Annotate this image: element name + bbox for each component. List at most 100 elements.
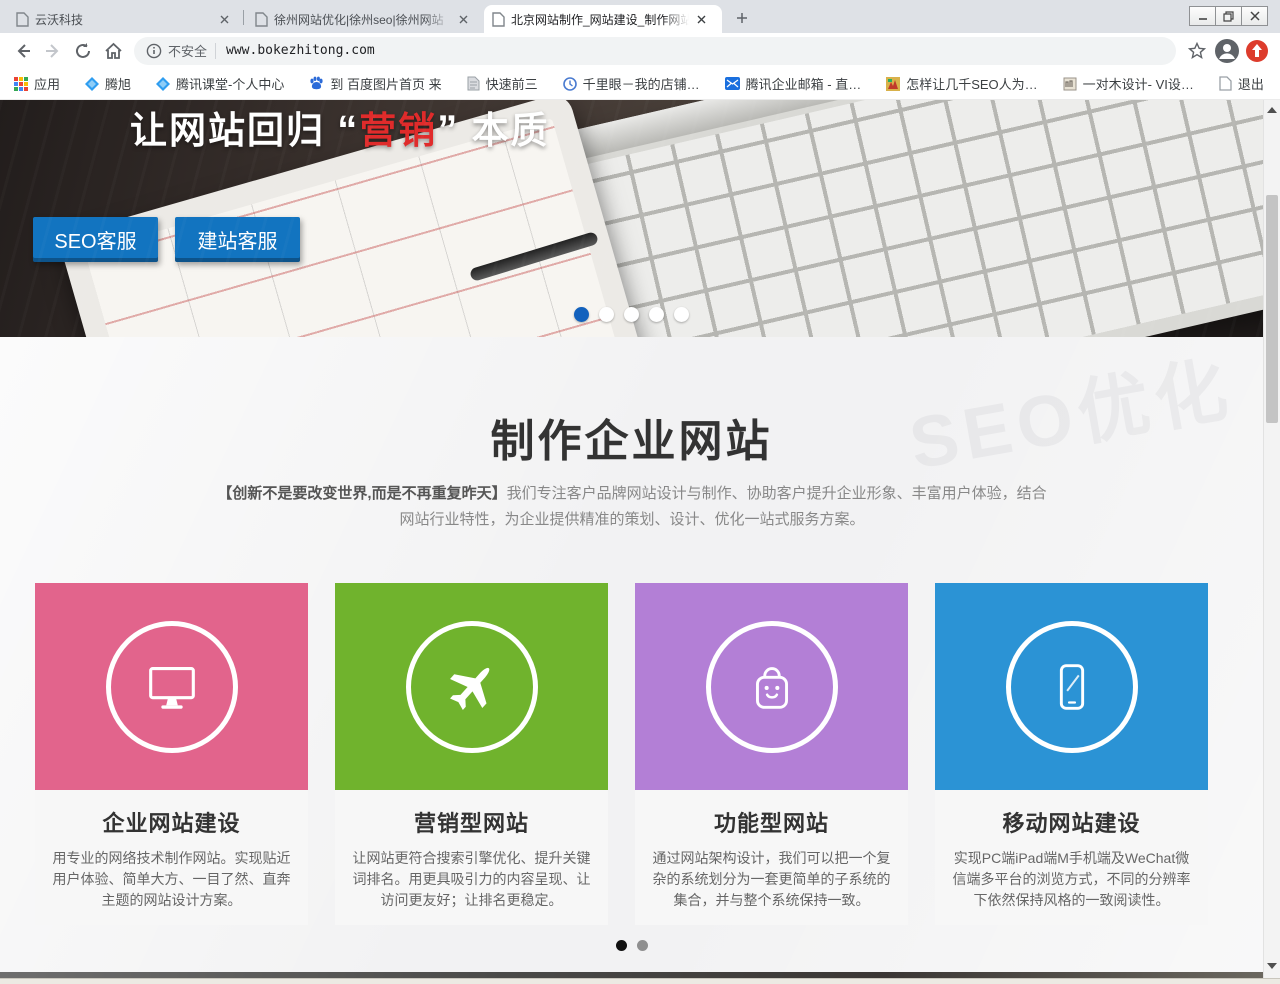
bookmark-exit[interactable]: 退出 (1219, 74, 1264, 93)
bookmark-seo-article[interactable]: 怎样让几千SEO人为… (886, 74, 1037, 93)
bookmark-label: 快速前三 (486, 74, 538, 93)
url-text[interactable]: www.bokezhitong.com (226, 43, 375, 58)
card-body: 移动网站建设 实现PC端iPad端M手机端及WeChat微信端多平台的浏览方式，… (935, 790, 1208, 925)
card-functional-website[interactable]: 功能型网站 通过网站架构设计，我们可以把一个复杂的系统划分为一套更简单的子系统的… (635, 583, 908, 925)
bookmark-label: 到 百度图片首页 来 (330, 74, 441, 93)
page-favicon-icon (255, 12, 268, 27)
new-tab-button[interactable] (731, 7, 753, 29)
seo-service-button[interactable]: SEO客服 (33, 217, 158, 262)
hero-headline: 让网站回归 “营销” 本质 (130, 100, 550, 154)
card-title: 企业网站建设 (49, 806, 294, 838)
window-controls (1190, 6, 1268, 26)
info-icon[interactable] (146, 43, 162, 59)
browser-window: 云沃科技 徐州网站优化|徐州seo|徐州网站 北京网站制作_网站建设_制作网站 (0, 0, 1280, 984)
scroll-up-arrow-icon[interactable] (1264, 102, 1280, 118)
pager-dot[interactable] (637, 940, 648, 951)
bookmark-tencent-class[interactable]: 腾讯课堂-个人中心 (156, 74, 284, 93)
tab-close-icon[interactable] (216, 11, 232, 27)
card-title: 营销型网站 (349, 806, 594, 838)
tab-separator (243, 10, 244, 25)
scroll-down-arrow-icon[interactable] (1264, 958, 1280, 974)
slider-dot[interactable] (599, 307, 614, 322)
address-bar[interactable]: 不安全 www.bokezhitong.com (134, 37, 1176, 65)
card-tile (335, 583, 608, 790)
card-body: 企业网站建设 用专业的网络技术制作网站。实现贴近用户体验、简单大方、一目了然、直… (35, 790, 308, 925)
bookmark-label: 应用 (34, 74, 60, 93)
bookmark-kuaisu[interactable]: 快速前三 (467, 74, 538, 93)
forward-icon[interactable] (38, 36, 68, 66)
tab-yunwo[interactable]: 云沃科技 (8, 5, 240, 33)
hero-banner: 让网站回归 “营销” 本质 SEO客服 建站客服 (0, 100, 1263, 337)
slider-dot[interactable] (574, 307, 589, 322)
page-icon (1219, 76, 1232, 91)
bookmark-qianliyan[interactable]: 千里眼－我的店铺… (563, 74, 700, 93)
tab-strip: 云沃科技 徐州网站优化|徐州seo|徐州网站 北京网站制作_网站建设_制作网站 (0, 0, 1280, 33)
card-corporate-website[interactable]: 企业网站建设 用专业的网络技术制作网站。实现贴近用户体验、简单大方、一目了然、直… (35, 583, 308, 925)
keyboard-photo-decor (518, 100, 1263, 337)
browser-update-icon[interactable] (1242, 36, 1272, 66)
bookmark-tencent-mail[interactable]: 腾讯企业邮箱 - 直… (725, 74, 862, 93)
bookmark-tengxu[interactable]: 腾旭 (85, 74, 131, 93)
page-viewport: 让网站回归 “营销” 本质 SEO客服 建站客服 SEO优化 制作企业网站 【创… (0, 100, 1263, 978)
bookmark-label: 一对木设计- VI设… (1083, 74, 1194, 93)
security-label: 不安全 (168, 41, 207, 60)
bookmark-label: 千里眼－我的店铺… (583, 74, 700, 93)
build-service-button[interactable]: 建站客服 (175, 217, 300, 262)
tab-beijing-active[interactable]: 北京网站制作_网站建设_制作网站 (484, 5, 722, 33)
slider-dot[interactable] (649, 307, 664, 322)
bookmark-label: 怎样让几千SEO人为… (906, 74, 1037, 93)
bottom-strip (0, 978, 1280, 984)
card-description: 实现PC端iPad端M手机端及WeChat微信端多平台的浏览方式，不同的分辨率下… (949, 848, 1194, 911)
hero-blue-strip (715, 100, 1263, 111)
card-marketing-website[interactable]: 营销型网站 让网站更符合搜索引擎优化、提升关键词排名。用更具吸引力的内容呈现、让… (335, 583, 608, 925)
stylus-photo-decor (469, 231, 599, 282)
vertical-scrollbar[interactable] (1263, 100, 1280, 978)
bookmarks-bar: 应用 腾旭 腾讯课堂-个人中心 到 百度图片首页 来 快速前三 (0, 68, 1280, 100)
tab-title: 云沃科技 (35, 11, 212, 28)
hero-slider-dots (0, 307, 1263, 322)
bookmark-label: 腾旭 (105, 74, 131, 93)
card-mobile-website[interactable]: 移动网站建设 实现PC端iPad端M手机端及WeChat微信端多平台的浏览方式，… (935, 583, 1208, 925)
mail-icon (725, 77, 740, 90)
bookmark-label: 退出 (1238, 74, 1264, 93)
bookmark-star-icon[interactable] (1182, 36, 1212, 66)
profile-avatar-icon[interactable] (1212, 36, 1242, 66)
bookmark-baidu-images[interactable]: 到 百度图片首页 来 (309, 74, 441, 93)
card-tile (35, 583, 308, 790)
apps-grid-icon (14, 77, 28, 91)
minimize-button[interactable] (1189, 6, 1216, 26)
page-icon (467, 76, 480, 91)
clock-icon (563, 77, 577, 91)
smartphone-icon (1006, 621, 1138, 753)
tab-xuzhou-seo[interactable]: 徐州网站优化|徐州seo|徐州网站 (247, 5, 479, 33)
tab-close-icon[interactable] (693, 11, 709, 27)
bookmark-yiduimu[interactable]: 一对木设计- VI设… (1063, 74, 1194, 93)
close-window-button[interactable] (1241, 6, 1268, 26)
back-icon[interactable] (8, 36, 38, 66)
airplane-icon (406, 621, 538, 753)
mosaic-icon (886, 77, 900, 91)
section-title: 制作企业网站 (0, 405, 1263, 469)
scrollbar-thumb[interactable] (1266, 195, 1278, 423)
restore-button[interactable] (1215, 6, 1242, 26)
services-section: SEO优化 制作企业网站 【创新不是要改变世界,而是不再重复昨天】我们专注客户品… (0, 337, 1263, 978)
bookmark-label: 腾讯课堂-个人中心 (176, 74, 284, 93)
baidu-paw-icon (309, 76, 324, 91)
bookmark-apps[interactable]: 应用 (14, 74, 60, 93)
slider-dot[interactable] (624, 307, 639, 322)
diamond-icon (85, 77, 99, 91)
card-title: 移动网站建设 (949, 806, 1194, 838)
tab-close-icon[interactable] (455, 11, 471, 27)
diamond-icon (156, 77, 170, 91)
cards-pager-dots (0, 940, 1263, 951)
tab-title: 徐州网站优化|徐州seo|徐州网站 (274, 11, 451, 28)
card-tile (935, 583, 1208, 790)
slider-dot[interactable] (674, 307, 689, 322)
pager-dot[interactable] (616, 940, 627, 951)
section-lead: 【创新不是要改变世界,而是不再重复昨天】我们专注客户品牌网站设计与制作、协助客户… (212, 481, 1052, 533)
home-icon[interactable] (98, 36, 128, 66)
card-body: 功能型网站 通过网站架构设计，我们可以把一个复杂的系统划分为一套更简单的子系统的… (635, 790, 908, 925)
reload-icon[interactable] (68, 36, 98, 66)
card-description: 用专业的网络技术制作网站。实现贴近用户体验、简单大方、一目了然、直奔主题的网站设… (49, 848, 294, 911)
tablet-photo-decor (58, 100, 653, 337)
